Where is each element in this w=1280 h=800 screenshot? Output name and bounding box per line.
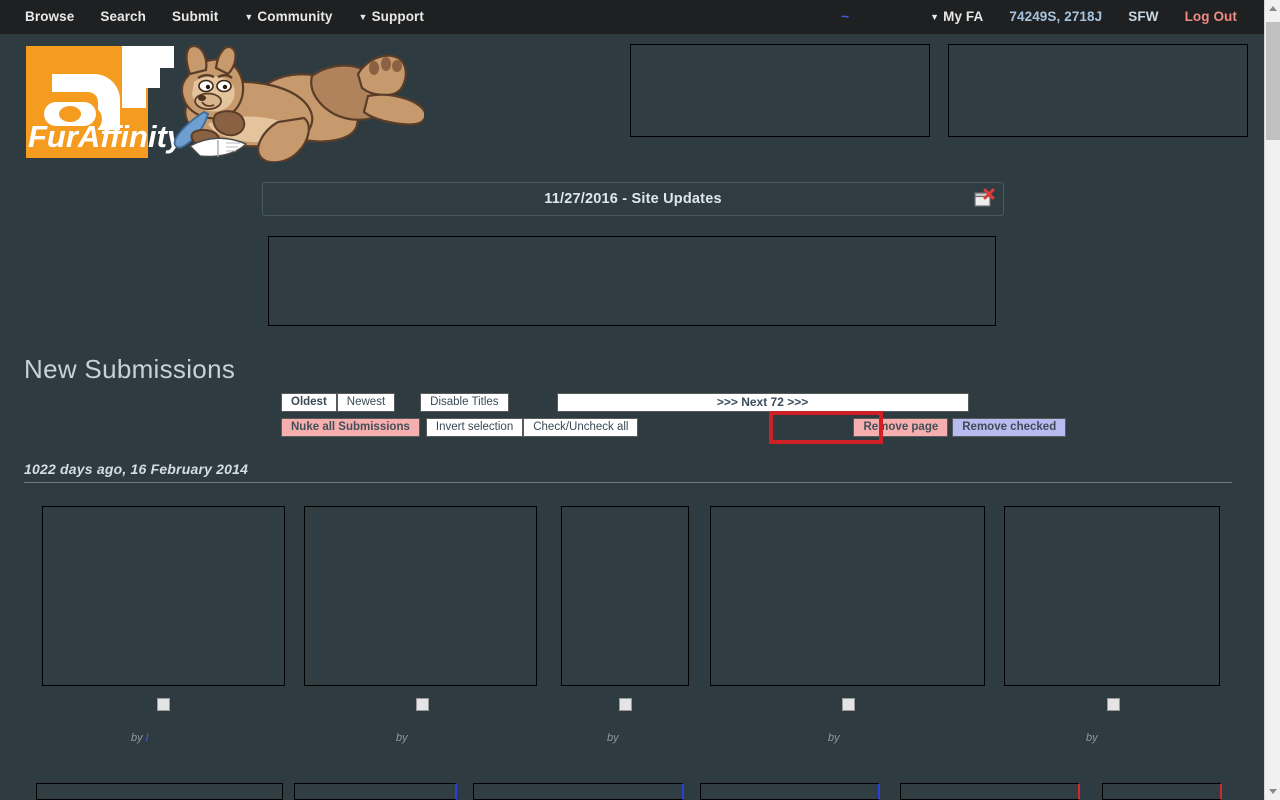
nav-item-sfw-toggle[interactable]: SFW [1115, 0, 1171, 34]
furaffinity-logo-graphic: FurAffinity [26, 44, 424, 162]
scroll-down-arrow-icon[interactable] [1265, 783, 1280, 800]
nav-item-stats[interactable]: 74249S, 2718J [996, 0, 1115, 34]
divider-line [24, 482, 1232, 483]
nav-item-log-out[interactable]: Log Out [1172, 0, 1250, 34]
submission-thumbnail[interactable] [36, 783, 283, 800]
submission-thumbnail[interactable] [473, 783, 684, 800]
submission-checkbox[interactable] [619, 698, 632, 711]
submission-author-caption: by [607, 732, 619, 744]
submission-author-caption: by [1086, 732, 1098, 744]
page-title: New Submissions [24, 354, 236, 384]
svg-text:FurAffinity: FurAffinity [28, 119, 186, 154]
remove-page-button[interactable]: Remove page [853, 418, 949, 437]
nav-item-tilde[interactable]: ~ [833, 0, 857, 34]
site-update-notice-title: 11/27/2016 - Site Updates [544, 191, 722, 207]
submission-author-caption: by [396, 732, 408, 744]
submission-author-caption: by l [131, 732, 149, 744]
page-content: Browse Search Submit Community Support ~… [0, 0, 1264, 800]
nav-left-group: Browse Search Submit Community Support [0, 0, 437, 35]
nav-item-submit[interactable]: Submit [159, 0, 231, 34]
submission-thumbnail[interactable] [700, 783, 880, 800]
oldest-button[interactable]: Oldest [281, 393, 337, 412]
nav-item-community[interactable]: Community [231, 0, 345, 35]
submission-sort-controls: Oldest Newest Disable Titles >>> Next 72… [281, 393, 969, 412]
submission-author-link[interactable]: l [146, 732, 148, 744]
submission-checkbox[interactable] [1107, 698, 1120, 711]
nav-item-search[interactable]: Search [87, 0, 159, 34]
remove-checked-button[interactable]: Remove checked [952, 418, 1067, 437]
submission-thumbnail[interactable] [1004, 506, 1220, 686]
page-scrollbar[interactable] [1264, 0, 1280, 800]
submission-thumbnail[interactable] [900, 783, 1080, 800]
disable-titles-button[interactable]: Disable Titles [420, 393, 509, 412]
submission-checkbox[interactable] [157, 698, 170, 711]
ad-banner-left[interactable] [630, 44, 930, 137]
submission-thumbnail[interactable] [561, 506, 689, 686]
submission-thumbnail[interactable] [304, 506, 537, 686]
submission-action-controls: Nuke all Submissions Invert selection Ch… [281, 418, 1067, 437]
nav-item-my-fa[interactable]: My FA [917, 0, 996, 35]
submission-checkbox[interactable] [416, 698, 429, 711]
nav-right-group: ~ My FA 74249S, 2718J SFW Log Out [833, 0, 1264, 35]
submission-thumbnail[interactable] [710, 506, 985, 686]
site-logo[interactable]: FurAffinity [12, 36, 424, 162]
check-uncheck-all-button[interactable]: Check/Uncheck all [523, 418, 639, 437]
submission-author-caption: by [828, 732, 840, 744]
nuke-all-submissions-button[interactable]: Nuke all Submissions [281, 418, 420, 437]
nav-item-support[interactable]: Support [346, 0, 437, 35]
site-update-notice[interactable]: 11/27/2016 - Site Updates [262, 182, 1004, 216]
submission-date-group-header: 1022 days ago, 16 February 2014 [24, 461, 1232, 483]
submission-checkbox[interactable] [842, 698, 855, 711]
invert-selection-button[interactable]: Invert selection [425, 418, 524, 437]
submission-thumbnail[interactable] [42, 506, 285, 686]
submission-thumbnail[interactable] [1102, 783, 1222, 800]
close-window-icon[interactable] [973, 188, 995, 210]
ad-banner-wide[interactable] [268, 236, 996, 326]
top-navigation-bar: Browse Search Submit Community Support ~… [0, 0, 1264, 34]
ad-banner-right[interactable] [948, 44, 1248, 137]
scroll-thumb[interactable] [1266, 22, 1280, 140]
next-page-button[interactable]: >>> Next 72 >>> [556, 393, 969, 412]
nav-item-browse[interactable]: Browse [12, 0, 87, 34]
newest-button[interactable]: Newest [336, 393, 396, 412]
submission-date-label: 1022 days ago, 16 February 2014 [24, 461, 249, 477]
scroll-up-arrow-icon[interactable] [1265, 0, 1280, 17]
submission-thumbnail[interactable] [294, 783, 457, 800]
